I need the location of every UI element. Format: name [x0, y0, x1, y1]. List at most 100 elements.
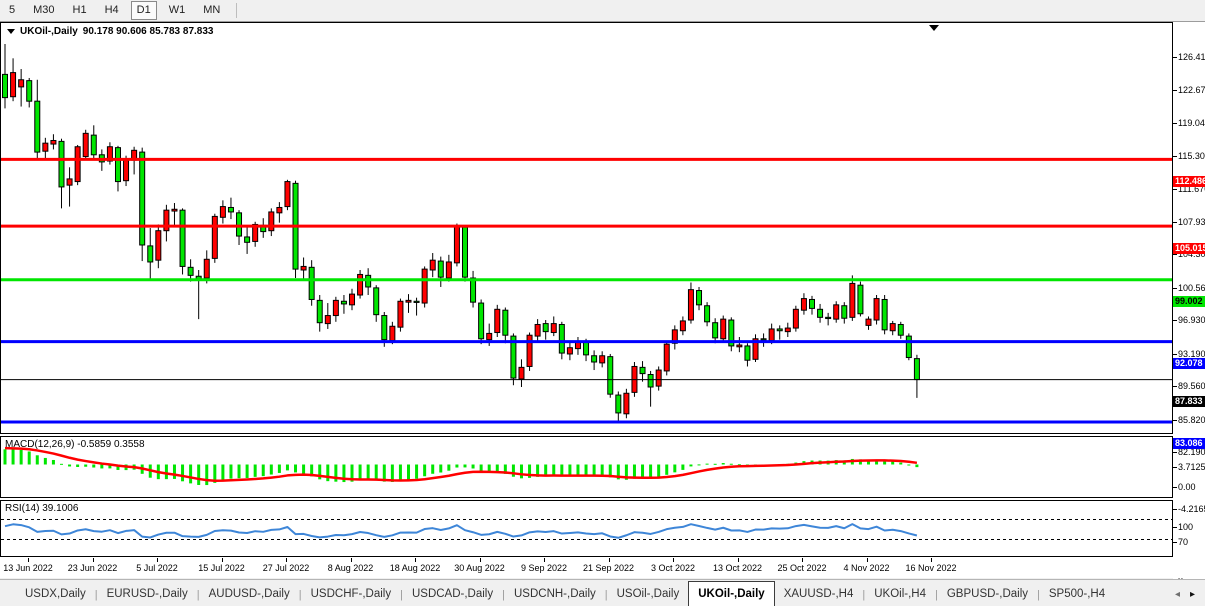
timeframe-toolbar: 5 M30 H1 H4 D1 W1 MN: [0, 0, 1205, 22]
date-tick-label: 13 Jun 2022: [3, 563, 53, 573]
tab-scroll-arrows: ◂▸: [1175, 590, 1205, 606]
timeframe-button-h1[interactable]: H1: [67, 1, 93, 20]
date-tick-label: 9 Sep 2022: [521, 563, 567, 573]
price-tick-mark: [1173, 254, 1177, 255]
price-tick-mark: [1173, 452, 1177, 453]
price-tick-mark: [1173, 90, 1177, 91]
timeframe-button-5[interactable]: 5: [3, 1, 21, 20]
date-tick-mark: [867, 558, 868, 562]
price-tick-mark: [1173, 123, 1177, 124]
chart-tab-sp500-h4[interactable]: SP500-,H4: [1040, 584, 1114, 604]
chart-tab-usoil-daily[interactable]: USOil-,Daily: [608, 584, 689, 604]
chart-tab-usdcad-daily[interactable]: USDCAD-,Daily: [403, 584, 502, 604]
chart-header: UKOil-,Daily 90.178 90.606 85.783 87.833: [7, 26, 213, 37]
macd-tick-mark: [1173, 467, 1177, 468]
date-tick-label: 25 Oct 2022: [777, 563, 826, 573]
timeframe-button-d1[interactable]: D1: [131, 1, 157, 20]
chart-tab-ukoil-daily[interactable]: UKOil-,Daily: [688, 581, 774, 606]
timeframe-button-h4[interactable]: H4: [99, 1, 125, 20]
date-tick-mark: [93, 558, 94, 562]
price-tick-label: 119.040: [1178, 118, 1205, 128]
price-chart-pane[interactable]: UKOil-,Daily 90.178 90.606 85.783 87.833: [0, 22, 1173, 434]
price-tick-mark: [1173, 320, 1177, 321]
chart-tab-ukoil-h4[interactable]: UKOil-,H4: [865, 584, 935, 604]
price-level-tag: 83.086: [1173, 438, 1205, 449]
chart-tab-usdx-daily[interactable]: USDX,Daily: [16, 584, 95, 604]
macd-indicator-pane[interactable]: MACD(12,26,9) -0.5859 0.3558: [0, 436, 1173, 498]
date-tick-label: 8 Aug 2022: [328, 563, 374, 573]
price-tick-mark: [1173, 57, 1177, 58]
chart-tab-usdchf-daily[interactable]: USDCHF-,Daily: [302, 584, 401, 604]
date-tick-label: 15 Jul 2022: [198, 563, 245, 573]
rsi-indicator-pane[interactable]: RSI(14) 39.1006: [0, 500, 1173, 557]
date-tick-label: 5 Jul 2022: [136, 563, 178, 573]
price-level-tag: 99.002: [1173, 296, 1205, 307]
tabs-scroll-left-icon[interactable]: ◂: [1175, 590, 1180, 600]
chart-tab-xauusd-h4[interactable]: XAUUSD-,H4: [775, 584, 863, 604]
chart-tab-usdcnh-daily[interactable]: USDCNH-,Daily: [505, 584, 605, 604]
date-tick-mark: [28, 558, 29, 562]
price-tick-label: 126.410: [1178, 52, 1205, 62]
price-tick-label: 85.820: [1178, 415, 1205, 425]
macd-tick-mark: [1173, 509, 1177, 510]
price-tick-mark: [1173, 386, 1177, 387]
date-tick-label: 4 Nov 2022: [843, 563, 889, 573]
chart-tab-eurusd-daily[interactable]: EURUSD-,Daily: [98, 584, 197, 604]
date-tick-label: 21 Sep 2022: [583, 563, 634, 573]
timeframe-button-mn[interactable]: MN: [197, 1, 226, 20]
chart-tab-audusd-daily[interactable]: AUDUSD-,Daily: [200, 584, 299, 604]
date-tick-mark: [351, 558, 352, 562]
date-tick-label: 13 Oct 2022: [713, 563, 762, 573]
date-tick-mark: [286, 558, 287, 562]
price-axis[interactable]: 126.410122.670119.040115.300111.670107.9…: [1173, 44, 1205, 600]
date-tick-mark: [802, 558, 803, 562]
toolbar-separator: [236, 3, 237, 18]
rsi-tick-mark: [1173, 527, 1177, 528]
macd-tick-label: 0.00: [1178, 482, 1196, 492]
chart-ohlc-values: 90.178 90.606 85.783 87.833: [83, 26, 214, 37]
candlestick-canvas[interactable]: [1, 23, 1172, 433]
time-axis[interactable]: 13 Jun 2022 23 Jun 2022 5 Jul 2022 15 Jul 2…: [0, 558, 1205, 578]
tabs-scroll-right-icon[interactable]: ▸: [1190, 590, 1195, 600]
date-tick-mark: [609, 558, 610, 562]
symbol-dropdown-icon[interactable]: [7, 29, 15, 34]
macd-canvas[interactable]: [1, 437, 1172, 497]
date-tick-label: 18 Aug 2022: [390, 563, 441, 573]
date-tick-mark: [415, 558, 416, 562]
price-tick-mark: [1173, 189, 1177, 190]
date-tick-mark: [673, 558, 674, 562]
mt4-trading-platform: 5 M30 H1 H4 D1 W1 MN UKOil-,Daily 90.178 90.60…: [0, 0, 1205, 606]
chart-symbol-label: UKOil-,Daily: [20, 26, 78, 37]
price-level-tag: 87.833: [1173, 396, 1205, 407]
chart-tab-bar: USDX,Daily|EURUSD-,Daily|AUDUSD-,Daily|U…: [0, 579, 1205, 606]
rsi-tick-label: 100: [1178, 522, 1193, 532]
price-level-tag: 105.015: [1173, 243, 1205, 254]
date-tick-mark: [480, 558, 481, 562]
macd-tick-mark: [1173, 487, 1177, 488]
rsi-canvas[interactable]: [1, 501, 1172, 556]
date-tick-label: 27 Jul 2022: [263, 563, 310, 573]
price-tick-label: 115.300: [1178, 151, 1205, 161]
rsi-label: RSI(14) 39.1006: [5, 503, 78, 514]
price-tick-mark: [1173, 288, 1177, 289]
macd-tick-label: 3.7125: [1178, 462, 1205, 472]
price-tick-mark: [1173, 156, 1177, 157]
date-tick-label: 16 Nov 2022: [905, 563, 956, 573]
chart-window: UKOil-,Daily 90.178 90.606 85.783 87.833…: [0, 22, 1205, 578]
chart-tab-gbpusd-daily[interactable]: GBPUSD-,Daily: [938, 584, 1037, 604]
price-tick-mark: [1173, 354, 1177, 355]
price-tick-label: 89.560: [1178, 381, 1205, 391]
date-tick-mark: [222, 558, 223, 562]
price-tick-mark: [1173, 222, 1177, 223]
chart-shift-marker-icon[interactable]: [929, 25, 939, 31]
date-tick-mark: [738, 558, 739, 562]
price-tick-label: 107.930: [1178, 217, 1205, 227]
price-tick-mark: [1173, 420, 1177, 421]
rsi-tick-label: 70: [1178, 537, 1188, 547]
timeframe-button-w1[interactable]: W1: [163, 1, 192, 20]
price-level-tag: 92.078: [1173, 358, 1205, 369]
date-tick-mark: [931, 558, 932, 562]
rsi-tick-mark: [1173, 542, 1177, 543]
timeframe-button-m30[interactable]: M30: [27, 1, 60, 20]
date-tick-label: 23 Jun 2022: [68, 563, 118, 573]
